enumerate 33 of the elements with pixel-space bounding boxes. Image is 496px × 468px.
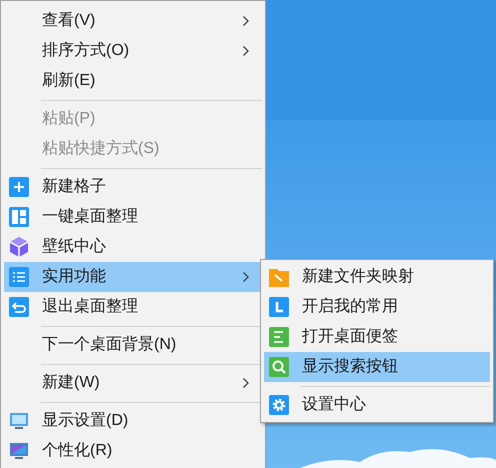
menu-item[interactable]: 刷新(E)	[4, 66, 262, 96]
menu-item[interactable]: 新建文件夹映射	[264, 262, 490, 292]
l-shape-icon	[269, 297, 289, 317]
menu-item[interactable]: 新建(W)	[4, 368, 262, 398]
menu-item[interactable]: 查看(V)	[4, 6, 262, 36]
menu-item[interactable]: 显示搜索按钮	[264, 352, 490, 382]
chevron-right-icon	[242, 45, 250, 57]
layout-icon	[9, 207, 29, 227]
menu-item[interactable]: 壁纸中心	[4, 232, 262, 262]
monitor-icon	[9, 441, 29, 461]
plus-icon	[9, 177, 29, 197]
chevron-right-icon	[242, 377, 250, 389]
menu-item[interactable]: 显示设置(D)	[4, 406, 262, 436]
menu-item[interactable]: 新建格子	[4, 172, 262, 202]
settings-icon	[269, 395, 289, 415]
menu-item[interactable]: 退出桌面整理	[4, 292, 262, 322]
chevron-right-icon	[242, 15, 250, 27]
menu-item[interactable]: 实用功能	[4, 262, 262, 292]
menu-item[interactable]: 排序方式(O)	[4, 36, 262, 66]
menu-item[interactable]: 打开桌面便签	[264, 322, 490, 352]
list-icon	[9, 267, 29, 287]
chevron-right-icon	[242, 271, 250, 283]
menu-item[interactable]: 下一个桌面背景(N)	[4, 330, 262, 360]
folder-icon	[269, 267, 289, 287]
menu-item[interactable]: 一键桌面整理	[4, 202, 262, 232]
search-icon	[269, 357, 289, 377]
monitor-icon	[9, 411, 29, 431]
undo-icon	[9, 297, 29, 317]
cube-icon	[9, 237, 29, 257]
menu-item[interactable]: 开启我的常用	[264, 292, 490, 322]
note-icon	[269, 327, 289, 347]
menu-item[interactable]: 个性化(R)	[4, 436, 262, 466]
menu-item[interactable]: 设置中心	[264, 390, 490, 420]
